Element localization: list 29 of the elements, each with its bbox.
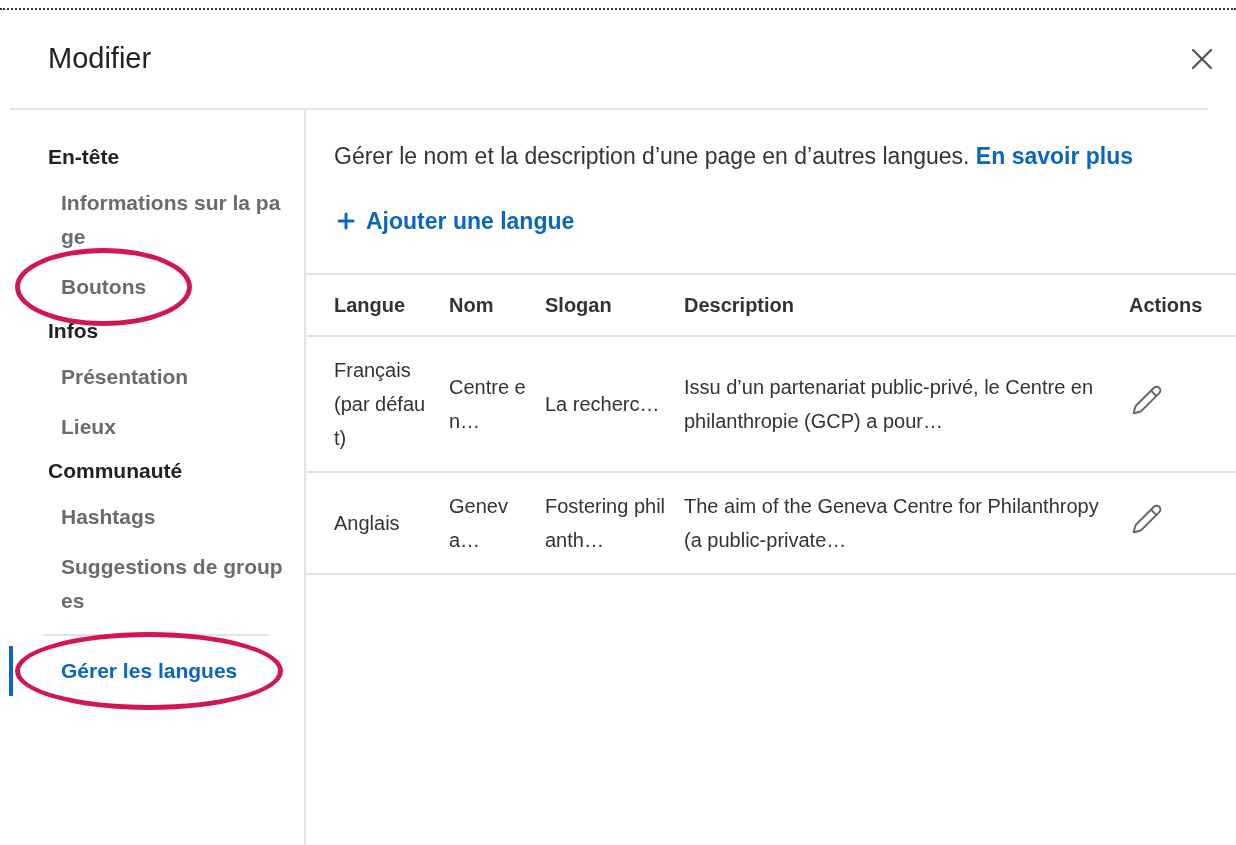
- pencil-icon[interactable]: [1131, 384, 1163, 416]
- table-cell-text: The aim of the Geneva Centre for Philanthropy (a public-private…: [684, 493, 1100, 553]
- table-cell-text: Geneva…: [449, 493, 509, 553]
- table-cell-text: Centre en…: [449, 374, 527, 434]
- sidebar-section-title: Communauté: [48, 458, 184, 484]
- column-header: Description: [684, 292, 795, 318]
- column-header: Nom: [449, 292, 494, 318]
- sidebar-item[interactable]: Lieux: [61, 410, 116, 444]
- sidebar-section-title: Infos: [48, 318, 100, 344]
- sidebar-item[interactable]: Suggestions de groupes: [61, 550, 293, 618]
- table-cell-text: Fostering philanth…: [545, 493, 666, 553]
- column-header: Slogan: [545, 292, 612, 318]
- sidebar-section-title: En-tête: [48, 144, 121, 170]
- sidebar-item[interactable]: Hashtags: [61, 500, 156, 534]
- dialog-title: Modifier: [48, 41, 152, 77]
- pencil-icon[interactable]: [1131, 503, 1163, 535]
- table-cell-text: Issu d’un partenariat public-privé, le Centre en philanthropie (GCP) a pour…: [684, 374, 1095, 434]
- sidebar-item[interactable]: Boutons: [61, 270, 147, 304]
- column-header: Actions: [1129, 292, 1203, 318]
- learn-more-link[interactable]: En savoir plus: [975, 143, 1134, 169]
- table-cell-text: Anglais: [334, 510, 401, 536]
- column-header: Langue: [334, 292, 406, 318]
- intro-text: Gérer le nom et la description d’une page en d’autres langues. En savoir plus: [333, 142, 1135, 171]
- sidebar-item[interactable]: Informations sur la page: [61, 186, 293, 254]
- table-cell-text: Français (par défaut): [334, 357, 427, 451]
- sidebar-item[interactable]: Gérer les langues: [61, 654, 238, 688]
- table-cell-text: La recherc…: [545, 391, 661, 417]
- sidebar-item[interactable]: Présentation: [61, 360, 189, 394]
- add-language-button[interactable]: Ajouter une langue: [334, 204, 575, 239]
